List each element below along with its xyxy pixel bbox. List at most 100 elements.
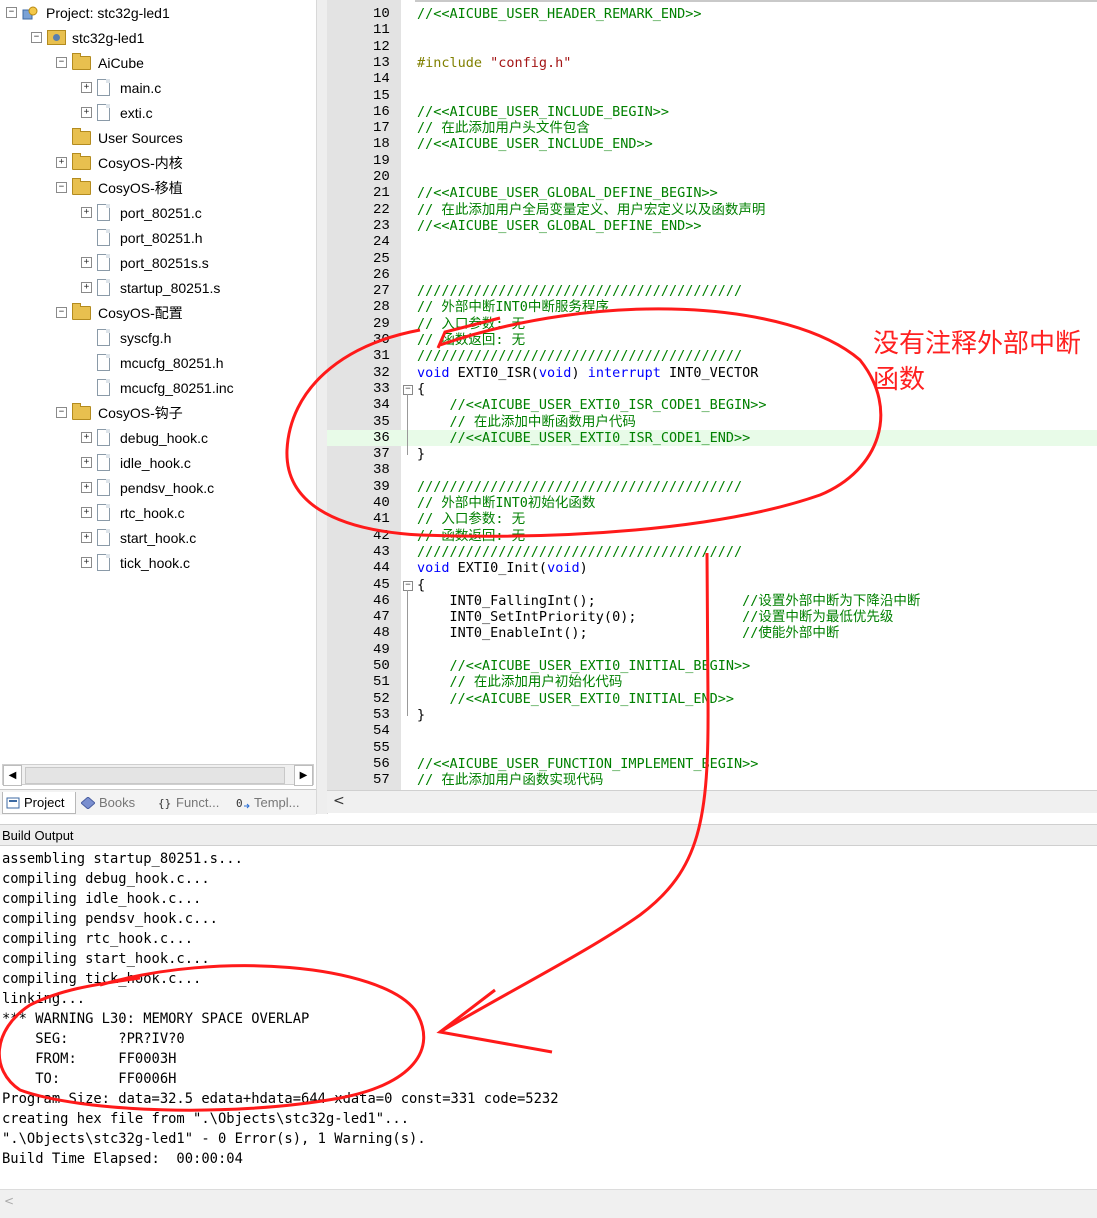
code-line[interactable]: 46 INT0_FallingInt(); //设置外部中断为下降沿中断 [327, 593, 1097, 609]
code-line[interactable]: 40 // 外部中断INT0初始化函数 [327, 495, 1097, 511]
tab-templ[interactable]: 0 Templ... [233, 792, 311, 813]
code-line[interactable]: 45 −{ [327, 577, 1097, 593]
code-line[interactable]: 38 [327, 462, 1097, 478]
code-line[interactable]: 51 // 在此添加用户初始化代码 [327, 674, 1097, 690]
collapse-icon[interactable]: − [56, 182, 67, 193]
tree-item[interactable]: + main.c [81, 75, 161, 100]
code-line[interactable]: 18 //<<AICUBE_USER_INCLUDE_END>> [327, 136, 1097, 152]
code-line[interactable]: 44 void EXTI0_Init(void) [327, 560, 1097, 576]
code-line[interactable]: 23 //<<AICUBE_USER_GLOBAL_DEFINE_END>> [327, 218, 1097, 234]
collapse-icon[interactable]: − [6, 7, 17, 18]
code-line[interactable]: 27 //////////////////////////////////////… [327, 283, 1097, 299]
code-line[interactable]: 41 // 入口参数: 无 [327, 511, 1097, 527]
collapse-icon[interactable]: − [56, 307, 67, 318]
expand-icon[interactable]: + [81, 107, 92, 118]
code-line[interactable]: 42 // 函数返回: 无 [327, 528, 1097, 544]
tree-item[interactable]: − CosyOS-钩子 [56, 400, 183, 425]
tree-item[interactable]: + CosyOS-内核 [56, 150, 183, 175]
expand-icon[interactable]: + [81, 207, 92, 218]
code-line[interactable]: 10 //<<AICUBE_USER_HEADER_REMARK_END>> [327, 6, 1097, 22]
scroll-thumb[interactable] [25, 767, 285, 784]
fold-toggle-icon[interactable]: − [403, 384, 413, 395]
code-line[interactable]: 13 #include "config.h" [327, 55, 1097, 71]
code-line[interactable]: 20 [327, 169, 1097, 185]
tree-item[interactable]: + pendsv_hook.c [81, 475, 214, 500]
code-line[interactable]: 54 [327, 723, 1097, 739]
build-scroll-left-icon[interactable]: < [4, 1194, 14, 1208]
code-line[interactable]: 48 INT0_EnableInt(); //使能外部中断 [327, 625, 1097, 641]
editor-scroll-left-icon[interactable]: < [333, 793, 345, 809]
code-line[interactable]: 37} [327, 446, 1097, 462]
tree-item[interactable]: + port_80251.c [81, 200, 202, 225]
code-line[interactable]: 22 // 在此添加用户全局变量定义、用户宏定义以及函数声明 [327, 202, 1097, 218]
tree-item[interactable]: + start_hook.c [81, 525, 196, 550]
code-line[interactable]: 56 //<<AICUBE_USER_FUNCTION_IMPLEMENT_BEG… [327, 756, 1097, 772]
tree-item[interactable]: + tick_hook.c [81, 550, 190, 575]
code-line[interactable]: 12 [327, 39, 1097, 55]
code-line[interactable]: 55 [327, 740, 1097, 756]
expand-icon[interactable]: + [81, 482, 92, 493]
code-line[interactable]: 21 //<<AICUBE_USER_GLOBAL_DEFINE_BEGIN>> [327, 185, 1097, 201]
tree-item[interactable]: + rtc_hook.c [81, 500, 185, 525]
tree-item[interactable]: syscfg.h [97, 325, 171, 350]
editor-horizontal-scrollbar[interactable]: < [327, 790, 1097, 813]
code-line[interactable]: 50 //<<AICUBE_USER_EXTI0_INITIAL_BEGIN>> [327, 658, 1097, 674]
expand-icon[interactable]: + [81, 557, 92, 568]
collapse-icon[interactable]: − [56, 57, 67, 68]
code-line[interactable]: 34 //<<AICUBE_USER_EXTI0_ISR_CODE1_BEGIN… [327, 397, 1097, 413]
expand-icon[interactable]: + [81, 507, 92, 518]
code-token: // 在此添加用户函数实现代码 [417, 772, 604, 789]
code-line[interactable]: 53} [327, 707, 1097, 723]
expand-icon[interactable]: + [81, 532, 92, 543]
tree-item[interactable]: User Sources [72, 125, 183, 150]
code-line[interactable]: 49 [327, 642, 1097, 658]
functions-icon: {} [155, 797, 176, 809]
code-line[interactable]: 39 //////////////////////////////////////… [327, 479, 1097, 495]
collapse-icon[interactable]: − [56, 407, 67, 418]
tree-item[interactable]: mcucfg_80251.inc [97, 375, 234, 400]
code-line[interactable]: 26 [327, 267, 1097, 283]
expand-icon[interactable]: + [81, 432, 92, 443]
tab-funct[interactable]: {} Funct... [155, 792, 229, 813]
code-line[interactable]: 19 [327, 153, 1097, 169]
scroll-left-button[interactable]: ◀ [3, 765, 22, 786]
tree-item[interactable]: + debug_hook.c [81, 425, 208, 450]
tree-item[interactable]: + port_80251s.s [81, 250, 209, 275]
tree-item[interactable]: − stc32g-led1 [31, 25, 144, 50]
expand-icon[interactable]: + [81, 457, 92, 468]
tree-item[interactable]: − CosyOS-配置 [56, 300, 183, 325]
build-output-scrollbar[interactable]: < [0, 1189, 1097, 1218]
tree-item[interactable]: + startup_80251.s [81, 275, 220, 300]
scroll-right-button[interactable]: ▶ [294, 765, 313, 786]
code-line[interactable]: 17 // 在此添加用户头文件包含 [327, 120, 1097, 136]
fold-toggle-icon[interactable]: − [403, 580, 413, 591]
code-line[interactable]: 16 //<<AICUBE_USER_INCLUDE_BEGIN>> [327, 104, 1097, 120]
code-line[interactable]: 28 // 外部中断INT0中断服务程序 [327, 299, 1097, 315]
code-line[interactable]: 15 [327, 88, 1097, 104]
collapse-icon[interactable]: − [31, 32, 42, 43]
code-line[interactable]: 35 // 在此添加中断函数用户代码 [327, 414, 1097, 430]
tree-item[interactable]: + exti.c [81, 100, 153, 125]
tree-item[interactable]: + idle_hook.c [81, 450, 191, 475]
expand-icon[interactable]: + [81, 282, 92, 293]
tab-books[interactable]: Books [78, 792, 150, 813]
tab-project[interactable]: Project [2, 792, 76, 814]
code-line[interactable]: 52 //<<AICUBE_USER_EXTI0_INITIAL_END>> [327, 691, 1097, 707]
tree-item[interactable]: port_80251.h [97, 225, 203, 250]
code-line[interactable]: 24 [327, 234, 1097, 250]
tree-item[interactable]: − AiCube [56, 50, 144, 75]
expand-icon[interactable]: + [81, 82, 92, 93]
tree-horizontal-scrollbar[interactable]: ◀ ▶ [2, 764, 314, 786]
expand-icon[interactable]: + [56, 157, 67, 168]
code-line[interactable]: 47 INT0_SetIntPriority(0); //设置中断为最低优先级 [327, 609, 1097, 625]
code-line[interactable]: 14 [327, 71, 1097, 87]
code-line[interactable]: 11 [327, 22, 1097, 38]
tree-item[interactable]: − Project: stc32g-led1 [6, 0, 170, 25]
code-line[interactable]: 57 // 在此添加用户函数实现代码 [327, 772, 1097, 788]
expand-icon[interactable]: + [81, 257, 92, 268]
code-line[interactable]: 25 [327, 251, 1097, 267]
tree-item[interactable]: − CosyOS-移植 [56, 175, 183, 200]
tree-item[interactable]: mcucfg_80251.h [97, 350, 224, 375]
code-line[interactable]: 43 //////////////////////////////////////… [327, 544, 1097, 560]
code-line[interactable]: 36 //<<AICUBE_USER_EXTI0_ISR_CODE1_END>> [327, 429, 1097, 447]
